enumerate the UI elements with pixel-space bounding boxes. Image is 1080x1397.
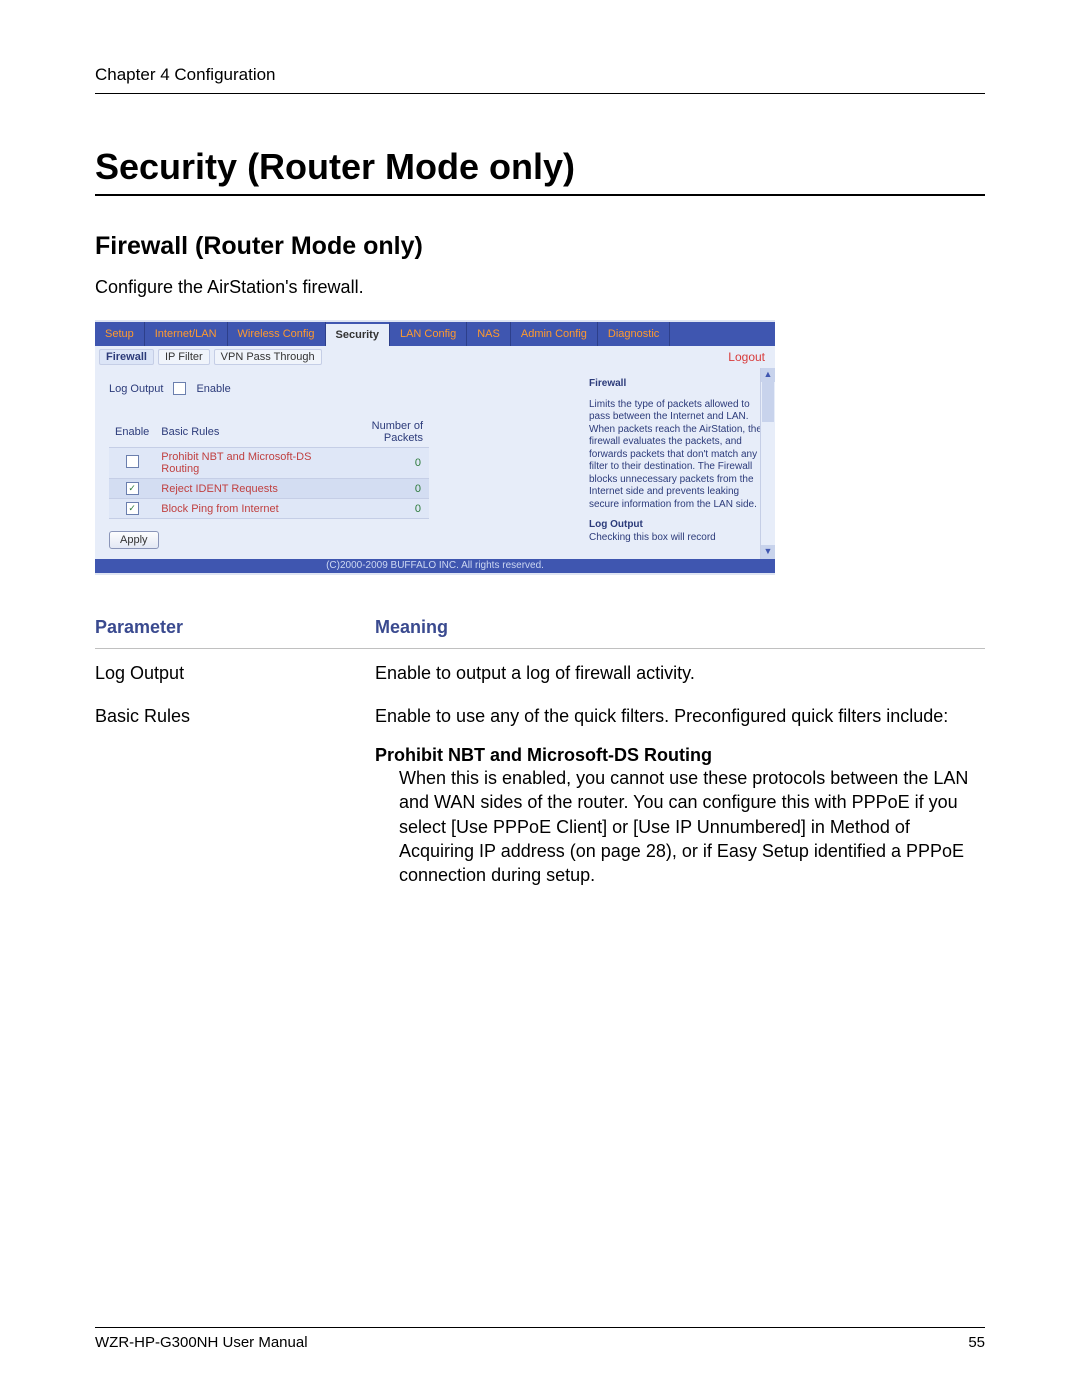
col-enable: Enable bbox=[109, 417, 155, 448]
help-panel: Firewall Limits the type of packets allo… bbox=[581, 368, 775, 559]
rule-detail-body: When this is enabled, you cannot use the… bbox=[375, 766, 985, 887]
secondary-nav: Firewall IP Filter VPN Pass Through Logo… bbox=[95, 346, 775, 368]
apply-button[interactable]: Apply bbox=[109, 531, 159, 549]
basic-rules-table: Enable Basic Rules Number of Packets Pro… bbox=[109, 417, 429, 519]
config-form: Log Output Enable Enable Basic Rules Num… bbox=[95, 368, 581, 559]
enable-log-checkbox[interactable] bbox=[173, 382, 186, 395]
rule-checkbox[interactable]: ✓ bbox=[126, 482, 139, 495]
tab-lan-config[interactable]: LAN Config bbox=[390, 322, 467, 346]
help-scrollbar[interactable]: ▲ ▼ bbox=[760, 368, 775, 559]
scroll-down-icon[interactable]: ▼ bbox=[761, 545, 775, 559]
tab-admin-config[interactable]: Admin Config bbox=[511, 322, 598, 346]
tab-nas[interactable]: NAS bbox=[467, 322, 511, 346]
table-row: Prohibit NBT and Microsoft-DS Routing 0 bbox=[109, 448, 429, 479]
rule-packets: 0 bbox=[325, 448, 429, 479]
copyright-text: (C)2000-2009 BUFFALO INC. All rights res… bbox=[95, 559, 775, 573]
param-row: Log Output Enable to output a log of fir… bbox=[95, 649, 985, 692]
param-meaning: Enable to output a log of firewall activ… bbox=[375, 663, 985, 684]
footer-manual: WZR-HP-G300NH User Manual bbox=[95, 1334, 308, 1351]
col-basic-rules: Basic Rules bbox=[155, 417, 325, 448]
page-title: Security (Router Mode only) bbox=[95, 146, 985, 196]
param-meaning: Enable to use any of the quick filters. … bbox=[375, 706, 985, 887]
rule-checkbox[interactable] bbox=[126, 455, 139, 468]
header-meaning: Meaning bbox=[375, 617, 448, 638]
chapter-header: Chapter 4 Configuration bbox=[95, 65, 985, 94]
rule-name: Reject IDENT Requests bbox=[155, 479, 325, 499]
page-footer: WZR-HP-G300NH User Manual 55 bbox=[95, 1327, 985, 1351]
tab-internet-lan[interactable]: Internet/LAN bbox=[145, 322, 228, 346]
footer-page: 55 bbox=[968, 1334, 985, 1351]
param-row: Basic Rules Enable to use any of the qui… bbox=[95, 692, 985, 895]
param-meaning-text: Enable to use any of the quick filters. … bbox=[375, 706, 948, 726]
tab-setup[interactable]: Setup bbox=[95, 322, 145, 346]
help-log-title: Log Output bbox=[589, 519, 769, 532]
tab-diagnostic[interactable]: Diagnostic bbox=[598, 322, 670, 346]
scroll-thumb[interactable] bbox=[762, 382, 774, 422]
rule-name: Block Ping from Internet bbox=[155, 499, 325, 519]
subtab-vpn-pass-through[interactable]: VPN Pass Through bbox=[214, 349, 322, 365]
firewall-config-screenshot: Setup Internet/LAN Wireless Config Secur… bbox=[95, 320, 775, 575]
primary-nav: Setup Internet/LAN Wireless Config Secur… bbox=[95, 322, 775, 346]
table-row: ✓ Reject IDENT Requests 0 bbox=[109, 479, 429, 499]
help-log-body: Checking this box will record bbox=[589, 532, 769, 545]
section-description: Configure the AirStation's firewall. bbox=[95, 277, 985, 298]
rule-checkbox[interactable]: ✓ bbox=[126, 502, 139, 515]
subtab-ip-filter[interactable]: IP Filter bbox=[158, 349, 210, 365]
enable-log-label: Enable bbox=[196, 383, 230, 395]
logout-link[interactable]: Logout bbox=[728, 350, 771, 364]
param-name: Basic Rules bbox=[95, 706, 375, 887]
help-body: Limits the type of packets allowed to pa… bbox=[589, 399, 769, 512]
param-table-header: Parameter Meaning bbox=[95, 617, 985, 649]
log-output-label: Log Output bbox=[109, 383, 163, 395]
rule-packets: 0 bbox=[325, 499, 429, 519]
section-title: Firewall (Router Mode only) bbox=[95, 232, 985, 261]
scroll-up-icon[interactable]: ▲ bbox=[761, 368, 775, 382]
rule-packets: 0 bbox=[325, 479, 429, 499]
rule-name: Prohibit NBT and Microsoft-DS Routing bbox=[155, 448, 325, 479]
help-title: Firewall bbox=[589, 378, 769, 391]
col-packets: Number of Packets bbox=[325, 417, 429, 448]
subtab-firewall[interactable]: Firewall bbox=[99, 349, 154, 365]
param-name: Log Output bbox=[95, 663, 375, 684]
table-row: ✓ Block Ping from Internet 0 bbox=[109, 499, 429, 519]
rule-detail-title: Prohibit NBT and Microsoft-DS Routing bbox=[375, 745, 985, 766]
header-parameter: Parameter bbox=[95, 617, 375, 638]
tab-security[interactable]: Security bbox=[326, 322, 390, 346]
tab-wireless-config[interactable]: Wireless Config bbox=[228, 322, 326, 346]
